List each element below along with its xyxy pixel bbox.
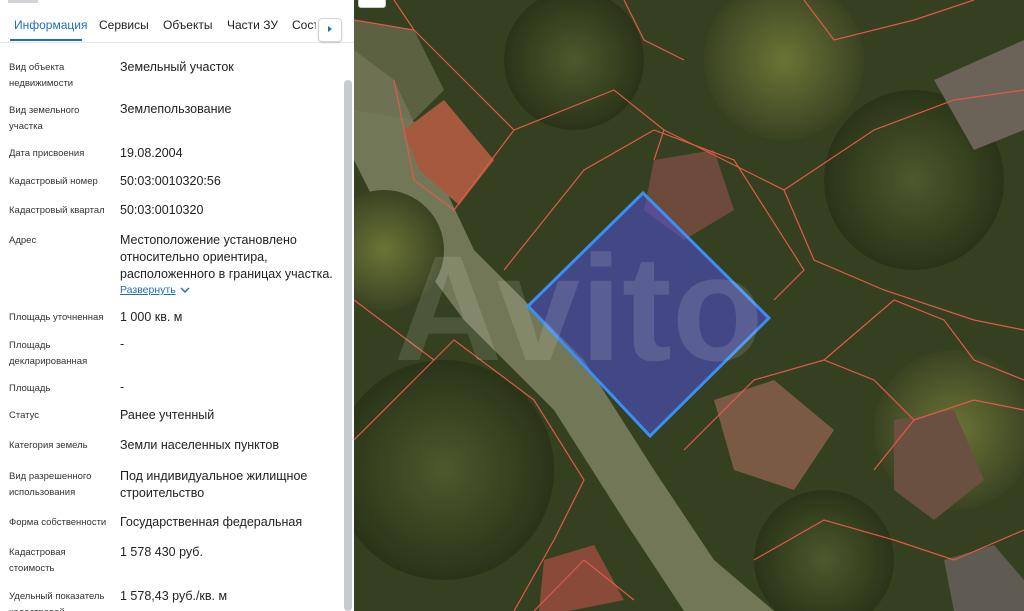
- type-value: Земельный участок: [120, 60, 234, 74]
- date-value: 19.08.2004: [120, 146, 183, 160]
- area-label: Площадь: [9, 383, 51, 394]
- chevron-right-icon: [328, 26, 332, 32]
- tab-bar: Информация Сервисы Объекты Части ЗУ Сост…: [0, 0, 354, 43]
- tabs-next-button[interactable]: [318, 18, 342, 42]
- expand-link[interactable]: Развернуть: [120, 284, 190, 296]
- satellite-map[interactable]: Avito: [354, 0, 1024, 611]
- cadastral-number-label: Кадастровый номер: [9, 176, 98, 187]
- cadastral-quarter-label: Кадастровый квартал: [9, 205, 105, 216]
- area-specified-value: 1 000 кв. м: [120, 310, 183, 324]
- land-category-label: Категория земель: [9, 440, 88, 451]
- tab-services[interactable]: Сервисы: [99, 18, 149, 32]
- info-panel: Информация Сервисы Объекты Части ЗУ Сост…: [0, 0, 354, 611]
- map-canvas: Avito: [354, 0, 1024, 611]
- chevron-down-icon: [180, 287, 190, 293]
- map-control-button[interactable]: [358, 0, 386, 8]
- cadastral-cost-label: Кадастровая стоимость: [9, 547, 66, 574]
- area-declared-value: -: [120, 337, 125, 351]
- tab-parts[interactable]: Части ЗУ: [227, 18, 278, 32]
- address-value: Местоположение установлено относительно …: [120, 233, 333, 281]
- area-value: -: [120, 380, 125, 394]
- unit-cost-value: 1 578,43 руб./кв. м: [120, 589, 228, 603]
- land-type-value: Землепользование: [120, 102, 232, 116]
- tab-composition[interactable]: Состав ЕЗП: [292, 18, 316, 32]
- date-label: Дата присвоения: [9, 148, 85, 159]
- tabs-scroll-area: Информация Сервисы Объекты Части ЗУ Сост…: [0, 0, 316, 42]
- ownership-value: Государственная федеральная: [120, 515, 303, 529]
- cadastral-quarter-value: 50:03:0010320: [120, 203, 204, 217]
- status-value: Ранее учтенный: [120, 408, 215, 422]
- area-specified-label: Площадь уточненная: [9, 312, 104, 323]
- land-category-value: Земли населенных пунктов: [120, 438, 279, 452]
- permitted-use-label: Вид разрешенного использования: [9, 471, 92, 498]
- address-label: Адрес: [9, 235, 37, 246]
- cadastral-number-value: 50:03:0010320:56: [120, 174, 221, 188]
- expand-label: Развернуть: [120, 284, 176, 296]
- status-label: Статус: [9, 410, 40, 421]
- type-label: Вид объекта недвижимости: [9, 62, 74, 89]
- panel-scrollbar[interactable]: [344, 80, 352, 611]
- land-type-label: Вид земельного участка: [9, 105, 80, 132]
- area-declared-label: Площадь декларированная: [9, 340, 88, 367]
- tab-objects[interactable]: Объекты: [163, 18, 213, 32]
- ownership-label: Форма собственности: [9, 517, 107, 528]
- map-watermark: Avito: [394, 224, 763, 392]
- tab-info[interactable]: Информация: [14, 18, 87, 32]
- active-tab-indicator: [10, 39, 82, 41]
- unit-cost-label: Удельный показатель кадастровой: [9, 591, 105, 611]
- permitted-use-value: Под индивидуальное жилищное строительств…: [120, 469, 308, 500]
- cadastral-cost-value: 1 578 430 руб.: [120, 545, 203, 559]
